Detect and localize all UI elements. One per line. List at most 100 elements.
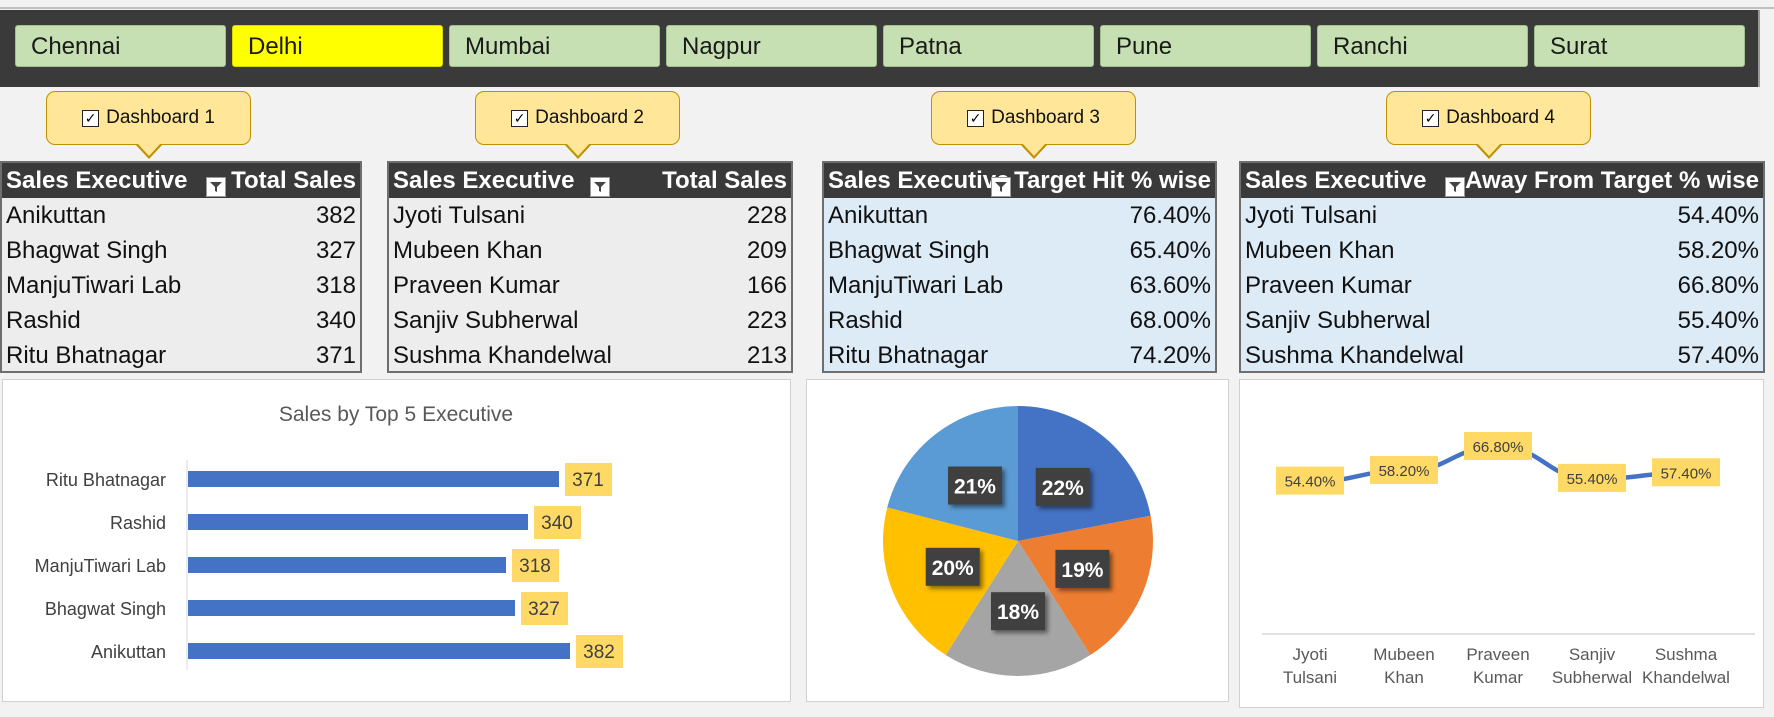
cell-name: Anikuttan [6, 202, 107, 229]
cell-value: 66.80% [1677, 272, 1759, 299]
col-header-value: Target Hit % wise [1014, 166, 1211, 194]
checkbox-icon[interactable]: ✓ [967, 109, 985, 127]
dashboard-1-label: Dashboard 1 [106, 107, 215, 128]
table-row: Jyoti Tulsani 54.40% [1241, 198, 1763, 233]
cell-name: Rashid [6, 307, 81, 334]
table-row: Rashid 340 [2, 303, 360, 338]
dashboard-2-callout[interactable]: ✓ Dashboard 2 [475, 91, 680, 159]
table-row: Rashid 68.00% [824, 303, 1215, 338]
checkbox-icon[interactable]: ✓ [1422, 109, 1440, 127]
callout-tail-fill [1476, 143, 1501, 156]
dashboard-3-callout[interactable]: ✓ Dashboard 3 [931, 91, 1136, 159]
point-label: 55.40% [1567, 471, 1618, 488]
cell-name: Bhagwat Singh [6, 237, 168, 264]
table-row: Praveen Kumar 166 [389, 268, 791, 303]
slicer-item-ranchi[interactable]: Ranchi [1317, 25, 1528, 67]
pie-chart-panel[interactable]: 22% 19% 18% 20% 21% [806, 379, 1229, 702]
pivot-table-away-from-target: Sales Executive Away From Target % wise … [1239, 161, 1765, 373]
point-label: 57.40% [1661, 465, 1712, 482]
table-row: Anikuttan 382 [2, 198, 360, 233]
col-header-value: Total Sales [662, 166, 787, 194]
slicer-item-pune[interactable]: Pune [1100, 25, 1311, 67]
slicer-item-surat[interactable]: Surat [1534, 25, 1745, 67]
slicer-item-mumbai[interactable]: Mumbai [449, 25, 660, 67]
bar-chart-panel[interactable]: Sales by Top 5 Executive Ritu Bhatnagar 37… [2, 379, 791, 702]
bar[interactable] [188, 643, 570, 659]
cell-name: Sanjiv Subherwal [393, 307, 579, 334]
category-label: Bhagwat Singh [45, 599, 166, 619]
cell-value: 318 [315, 272, 356, 299]
dashboard-4-callout[interactable]: ✓ Dashboard 4 [1386, 91, 1591, 159]
cell-value: 382 [315, 202, 356, 229]
cell-name: Praveen Kumar [1245, 272, 1412, 299]
line-chart: 54.40% 58.20% 66.80% 55.40% 57.40% Jyoti Tulsa… [1262, 431, 1755, 687]
data-label: 382 [583, 642, 615, 663]
checkbox-icon[interactable]: ✓ [511, 109, 529, 127]
cell-value: 55.40% [1677, 307, 1759, 334]
callout-tail-fill [565, 143, 590, 156]
cell-name: Bhagwat Singh [828, 237, 990, 264]
x-tick-label: Khan [1384, 668, 1424, 687]
category-label: Ritu Bhatnagar [46, 470, 166, 490]
table-header: Sales Executive Total Sales [389, 163, 791, 198]
x-tick-label: Tulsani [1283, 668, 1337, 687]
dashboard-1-callout[interactable]: ✓ Dashboard 1 [46, 91, 251, 159]
cell-value: 213 [746, 342, 787, 369]
table-header: Sales Executive Away From Target % wise [1241, 163, 1763, 198]
table-row: Bhagwat Singh 65.40% [824, 233, 1215, 268]
cell-value: 68.00% [1129, 307, 1211, 334]
point-label: 58.20% [1379, 463, 1430, 480]
cell-value: 54.40% [1677, 202, 1759, 229]
cell-value: 209 [746, 237, 787, 264]
slice-label: 19% [1061, 559, 1103, 582]
line-chart-panel[interactable]: 54.40% 58.20% 66.80% 55.40% 57.40% Jyoti Tulsa… [1239, 379, 1764, 708]
data-label: 327 [528, 599, 560, 620]
table-row: Mubeen Khan 58.20% [1241, 233, 1763, 268]
chart-title: Sales by Top 5 Executive [279, 403, 513, 426]
x-tick-label: Khandelwal [1642, 668, 1730, 687]
checkbox-icon[interactable]: ✓ [82, 109, 100, 127]
cell-value: 223 [746, 307, 787, 334]
filter-icon[interactable] [590, 177, 610, 197]
slice-label: 18% [997, 601, 1039, 624]
cell-name: ManjuTiwari Lab [828, 272, 1004, 299]
filter-icon[interactable] [1445, 177, 1465, 197]
cell-name: Sushma Khandelwal [393, 342, 612, 369]
point-label: 66.80% [1473, 439, 1524, 456]
slicer-item-delhi[interactable]: Delhi [232, 25, 443, 67]
cell-name: Rashid [828, 307, 903, 334]
cell-name: Jyoti Tulsani [1245, 202, 1378, 229]
bar[interactable] [188, 600, 515, 616]
slicer-item-nagpur[interactable]: Nagpur [666, 25, 877, 67]
pie-chart: 22% 19% 18% 20% 21% [883, 406, 1153, 676]
filter-icon[interactable] [991, 177, 1011, 197]
bar[interactable] [188, 471, 559, 487]
data-label: 371 [572, 470, 604, 491]
x-tick-label: Kumar [1473, 668, 1523, 687]
category-label: ManjuTiwari Lab [35, 556, 166, 576]
x-tick-label: Jyoti [1293, 645, 1328, 664]
table-row: ManjuTiwari Lab 63.60% [824, 268, 1215, 303]
cell-name: Praveen Kumar [393, 272, 560, 299]
cell-value: 228 [746, 202, 787, 229]
pivot-table-total-sales-2: Sales Executive Total Sales Jyoti Tulsan… [387, 161, 793, 373]
category-label: Anikuttan [91, 642, 166, 662]
cell-name: Sanjiv Subherwal [1245, 307, 1431, 334]
city-slicer: Chennai Delhi Mumbai Nagpur Patna Pune R… [0, 10, 1760, 87]
cell-name: Mubeen Khan [393, 237, 543, 264]
filter-icon[interactable] [206, 177, 226, 197]
bar[interactable] [188, 557, 506, 573]
x-tick-label: Mubeen [1373, 645, 1434, 664]
bar-chart: Sales by Top 5 Executive Ritu Bhatnagar 37… [35, 403, 623, 670]
slicer-item-patna[interactable]: Patna [883, 25, 1094, 67]
cell-name: Anikuttan [828, 202, 929, 229]
table-row: Sushma Khandelwal 57.40% [1241, 338, 1763, 373]
slice-label: 21% [954, 476, 996, 499]
table-row: Mubeen Khan 209 [389, 233, 791, 268]
col-header-executive: Sales Executive [828, 166, 1010, 194]
slicer-item-chennai[interactable]: Chennai [15, 25, 226, 67]
bar[interactable] [188, 514, 528, 530]
cell-value: 57.40% [1677, 342, 1759, 369]
cell-name: Mubeen Khan [1245, 237, 1395, 264]
col-header-value: Total Sales [231, 166, 356, 194]
